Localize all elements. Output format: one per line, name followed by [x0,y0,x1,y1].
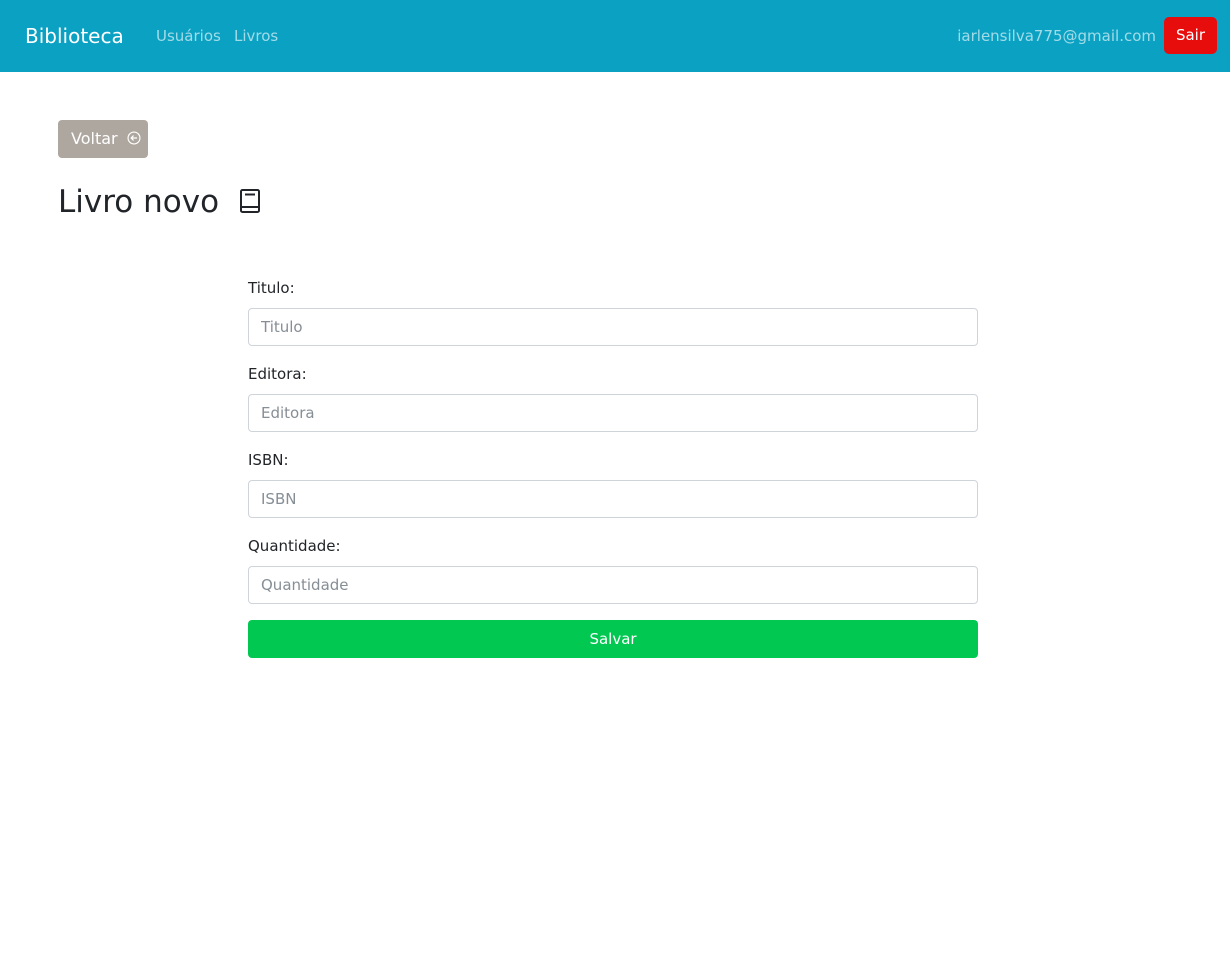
arrow-left-circle-icon [127,131,141,145]
book-icon [239,189,260,213]
save-button[interactable]: Salvar [248,620,978,658]
back-button[interactable]: Voltar [58,120,148,158]
editora-input[interactable] [248,394,978,432]
editora-label: Editora: [248,365,307,383]
isbn-label: ISBN: [248,451,289,469]
titulo-label: Titulo: [248,279,295,297]
isbn-input[interactable] [248,480,978,518]
back-button-label: Voltar [71,129,118,148]
top-navbar: Biblioteca Usuários Livros iarlensilva77… [0,0,1230,72]
logout-button[interactable]: Sair [1164,17,1217,54]
new-book-form: Titulo: Editora: ISBN: Quantidade: Salva… [248,278,978,658]
nav-link-usuarios[interactable]: Usuários [156,26,221,46]
nav-link-livros[interactable]: Livros [234,26,278,46]
page-title: Livro novo [58,182,261,222]
user-email: iarlensilva775@gmail.com [957,27,1156,45]
titulo-input[interactable] [248,308,978,346]
quantidade-label: Quantidade: [248,537,341,555]
quantidade-input[interactable] [248,566,978,604]
page-title-text: Livro novo [58,184,220,220]
brand-link[interactable]: Biblioteca [25,22,124,50]
